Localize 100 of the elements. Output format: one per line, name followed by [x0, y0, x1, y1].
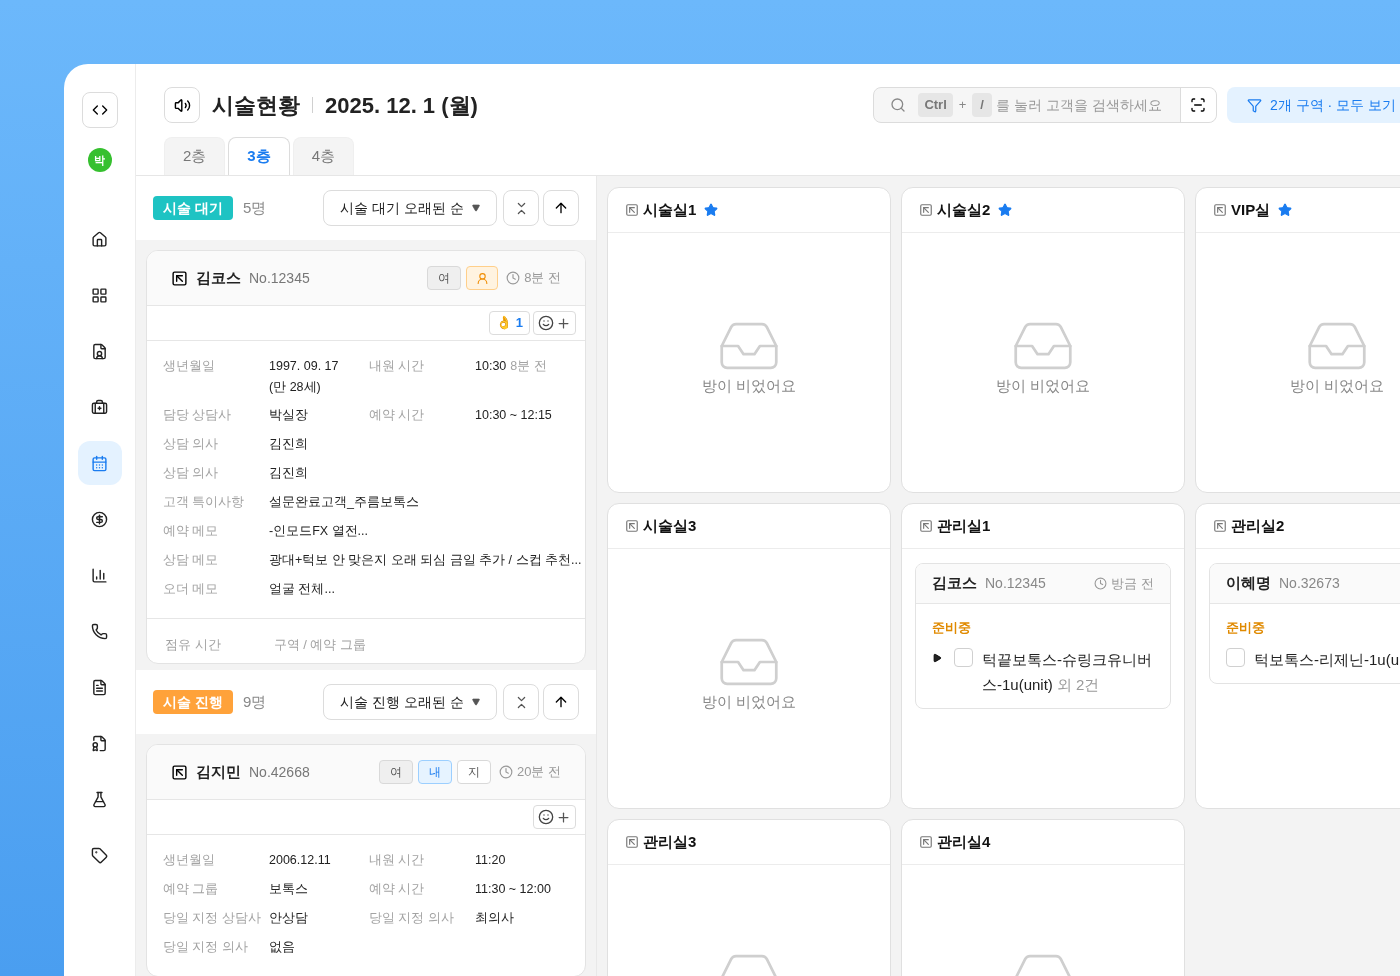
- calendar-nav-button[interactable]: [77, 441, 122, 485]
- announcement-button[interactable]: [164, 87, 200, 123]
- star-icon[interactable]: [704, 203, 719, 217]
- detail-label: 내원 시간: [369, 852, 426, 869]
- detail-value: 김진희: [269, 436, 308, 453]
- elapsed-time: 방금 전: [1111, 574, 1154, 593]
- star-icon[interactable]: [998, 203, 1013, 217]
- queue-count: 5명: [242, 197, 267, 218]
- open-room-icon: [625, 835, 639, 849]
- floor-tab[interactable]: 3층: [228, 137, 290, 175]
- waiting-time: 20분 전: [516, 763, 561, 782]
- detail-label: 예약 시간: [369, 881, 426, 898]
- scan-icon: [1190, 97, 1207, 113]
- open-room-icon: [919, 835, 933, 849]
- empty-room-text: 방이 비었어요: [1289, 376, 1385, 396]
- person-icon: [475, 271, 489, 285]
- treatment-item: 턱끝보톡스-슈링크유니버스-1u(unit) 외 2건: [982, 650, 1153, 695]
- patient-card[interactable]: 김지민 No.42668 여 내 지 20분 전 생년월일 2006.12.11 내원 시간 11:20 예약 그룹 보톡스 예약 시간 11:30 ~ 12:00 당일 지정 상담사 안상담 당일 지정 의사 최의사 당일 지정 의사 없음: [146, 744, 586, 976]
- plus-icon: [556, 809, 571, 825]
- detail-value: 10:30 8분 전: [475, 358, 547, 375]
- patient-number: No.12345: [249, 268, 310, 288]
- detail-label: 점유 시간: [165, 636, 221, 654]
- detail-label: 상담 의사: [163, 465, 220, 482]
- caret-icon: [472, 204, 480, 212]
- open-room-icon: [1213, 203, 1227, 217]
- medical-bag-icon: [91, 398, 108, 416]
- document-badge-icon: [91, 734, 108, 752]
- document-person-icon: [91, 342, 108, 360]
- room-name: 시술실2: [937, 199, 991, 220]
- code-toggle-button[interactable]: [81, 92, 118, 128]
- sort-dropdown[interactable]: 시술 진행 오래된 순: [323, 684, 497, 720]
- room-name: 관리실3: [643, 831, 697, 852]
- phone-icon: [91, 622, 108, 640]
- zone-filter-button[interactable]: 2개 구역 · 모두 보기: [1227, 87, 1400, 123]
- detail-value: 설문완료고객_주름보톡스: [269, 494, 419, 511]
- reaction-emoji: 👌: [495, 314, 512, 333]
- open-room-icon: [171, 763, 188, 781]
- detail-label: 생년월일: [163, 852, 216, 869]
- user-avatar[interactable]: 박: [87, 148, 112, 172]
- room-name: 시술실1: [643, 199, 697, 220]
- patient-tag: 지: [456, 760, 491, 784]
- waiting-time: 8분 전: [524, 269, 561, 288]
- detail-value: 10:30 ~ 12:15: [475, 407, 552, 424]
- room-name: 관리실1: [937, 515, 991, 536]
- filter-icon: [1247, 97, 1262, 113]
- empty-room-text: 방이 비었어요: [701, 376, 797, 396]
- floor-tab[interactable]: 2층: [164, 137, 226, 175]
- add-reaction-button[interactable]: [533, 311, 576, 335]
- sort-dropdown[interactable]: 시술 대기 오래된 순: [323, 190, 497, 226]
- patient-card[interactable]: 이혜명 No.32673 준비중 턱보톡스-리제닌-1u(u: [1209, 563, 1400, 684]
- add-reaction-button[interactable]: [533, 805, 576, 829]
- detail-label: 예약 시간: [369, 407, 426, 424]
- floor-tab[interactable]: 4층: [292, 137, 355, 175]
- empty-room-text: 방이 비었어요: [995, 376, 1091, 396]
- caret-icon: [472, 698, 480, 706]
- arrow-up-icon: [553, 200, 569, 216]
- home-icon: [91, 230, 108, 248]
- empty-room-text: 방이 비었어요: [701, 692, 797, 712]
- search-field[interactable]: Ctrl + / 를 눌러 고객을 검색하세요: [873, 87, 1217, 123]
- star-icon[interactable]: [1278, 203, 1293, 217]
- detail-label: 당일 지정 의사: [369, 910, 455, 927]
- flask-icon: [91, 790, 108, 808]
- empty-inbox-icon: [719, 637, 779, 687]
- patient-card[interactable]: 김코스 No.12345 방금 전 준비중 턱끝보톡스-슈링크유니버스-1u(unit) 외 2건: [915, 563, 1171, 709]
- status-label: 준비중: [1226, 620, 1265, 635]
- open-room-icon: [625, 519, 639, 533]
- open-room-icon: [171, 269, 188, 287]
- queue-count: 9명: [242, 691, 267, 712]
- detail-label: 고객 특이사항: [163, 494, 246, 511]
- tag-icon: [91, 846, 108, 864]
- detail-value: 얼굴 전체...: [269, 581, 335, 598]
- clock-icon: [506, 271, 521, 285]
- room-name: 시술실3: [643, 515, 697, 536]
- scroll-top-button[interactable]: [543, 190, 579, 226]
- plus-sign: +: [958, 96, 967, 115]
- clock-icon: [498, 765, 513, 779]
- bar-chart-icon: [91, 566, 108, 584]
- clock-icon: [1094, 577, 1108, 590]
- detail-label: 담당 상담사: [163, 407, 233, 424]
- search-icon: [890, 97, 907, 113]
- checkbox[interactable]: [1226, 648, 1245, 667]
- room-name: VIP실: [1231, 199, 1271, 220]
- scan-button[interactable]: [1180, 88, 1216, 122]
- empty-inbox-icon: [719, 321, 779, 371]
- search-input[interactable]: 를 눌러 고객을 검색하세요: [996, 94, 1176, 116]
- detail-value: 2006.12.11: [269, 852, 331, 869]
- speaker-icon: [173, 96, 191, 114]
- expand-caret-icon[interactable]: [932, 653, 942, 663]
- plus-icon: [556, 315, 571, 331]
- patient-name: 김코스: [196, 267, 241, 288]
- checkbox[interactable]: [954, 648, 973, 667]
- detail-label: 상담 메모: [163, 552, 220, 569]
- empty-inbox-icon: [1307, 321, 1367, 371]
- reaction-count: 1: [515, 314, 523, 333]
- reaction-button[interactable]: 👌 1: [488, 311, 530, 335]
- status-label: 준비중: [932, 620, 971, 635]
- treatment-item: 턱보톡스-리제닌-1u(u: [1254, 650, 1399, 670]
- detail-label: 예약 그룹: [163, 881, 220, 898]
- detail-value: 안상담: [269, 910, 308, 927]
- scroll-top-button[interactable]: [543, 684, 579, 720]
